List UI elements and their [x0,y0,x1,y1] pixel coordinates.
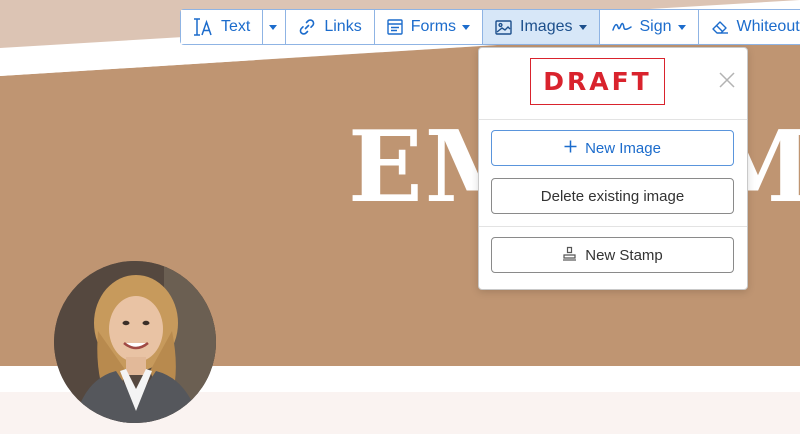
plus-icon [564,140,577,157]
caret-down-icon [578,24,587,30]
signature-icon [611,19,632,35]
sign-tool-label: Sign [639,18,672,35]
links-tool-label: Links [324,18,362,35]
form-icon [387,19,403,35]
forms-tool-label: Forms [410,18,457,35]
caret-down-icon [269,24,278,30]
links-tool-button[interactable]: Links [286,10,375,44]
delete-existing-image-label: Delete existing image [540,187,685,205]
caret-down-icon [677,24,686,30]
menu-divider [479,119,747,120]
new-image-button[interactable]: New Image [491,130,734,166]
text-tool-button[interactable]: Text [181,10,264,44]
text-cursor-icon [193,18,213,36]
new-image-label: New Image [585,139,661,157]
whiteout-tool-label: Whiteout [736,18,800,35]
text-tool-dropdown-toggle[interactable] [263,10,287,44]
forms-tool-button[interactable]: Forms [374,10,484,44]
stamp-preview-text: DRAFT [543,67,652,96]
images-dropdown-menu: DRAFT New Image Delete existing image Ne… [478,47,748,290]
stamp-icon [562,246,577,265]
eraser-icon [711,19,729,35]
images-tool-button[interactable]: Images [483,10,600,44]
new-stamp-label: New Stamp [585,246,663,264]
image-icon [495,19,512,35]
text-tool-label: Text [221,18,251,35]
link-icon [298,18,316,36]
sign-tool-button[interactable]: Sign [599,10,699,44]
menu-divider [479,226,747,227]
delete-existing-image-button[interactable]: Delete existing image [491,178,734,214]
editor-toolbar: Text Links Forms Images Sign Whiteout [180,9,800,45]
images-tool-label: Images [520,18,573,35]
caret-down-icon [462,24,471,30]
stamp-preview[interactable]: DRAFT [530,58,665,105]
new-stamp-button[interactable]: New Stamp [491,237,734,273]
whiteout-tool-button[interactable]: Whiteout [698,10,800,44]
profile-photo [54,261,216,423]
close-icon[interactable] [719,72,735,88]
